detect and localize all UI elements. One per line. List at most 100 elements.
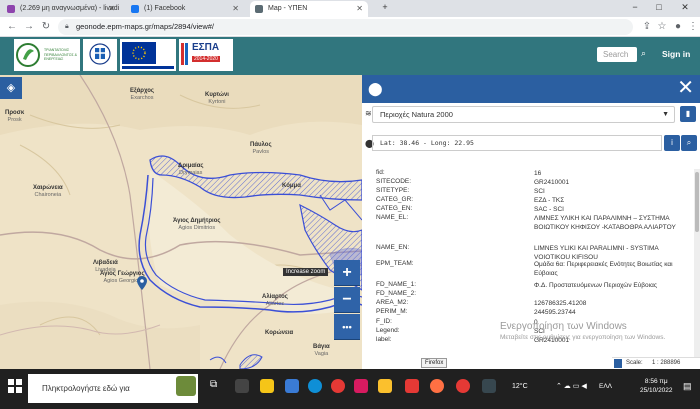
attribute-key: FD_NAME_2: (376, 290, 417, 297)
zoom-out-button[interactable]: − (334, 287, 360, 313)
espa-label: ΕΣΠΑ (192, 42, 220, 53)
scale-label: Scale: (626, 360, 643, 366)
attribute-row: fid: 16 (362, 169, 684, 178)
layer-select[interactable]: Περιοχές Natura 2000 ▼ (372, 106, 675, 123)
place-label: Πάυλος Pavlos (250, 142, 272, 155)
notifications-icon[interactable]: ▤ (683, 381, 692, 392)
chrome-active-icon[interactable] (456, 379, 470, 393)
firefox-tooltip: Firefox (421, 358, 448, 368)
notes-icon[interactable] (378, 379, 392, 393)
minimize-icon[interactable]: − (624, 0, 646, 15)
attribute-key: SITETYPE: (376, 187, 410, 194)
attribute-row: EPM_TEAM: Ομάδα 6α: Περιφερειακές Ενότητε… (362, 260, 684, 278)
layer-stack-icon: ≋ (365, 109, 372, 118)
share-icon[interactable]: ⇪ (640, 20, 654, 34)
address-bar[interactable]: 🔒︎ geonode.epm-maps.gr/maps/2894/view#/ (58, 19, 633, 35)
bar-chart-icon: ▮ (685, 109, 691, 118)
zoom-to-feature-button[interactable]: ⌕ (681, 135, 697, 151)
attribute-value: Φ.Δ. Προστατευόμενων Περιοχών Εύβοιας (534, 282, 657, 289)
bookmark-icon[interactable]: ☆ (655, 20, 669, 34)
close-panel-icon[interactable]: ✕ (677, 77, 694, 99)
attribute-value: GR2410001 (534, 179, 570, 186)
map-canvas[interactable]: Εξάρχος Exarchos Κυρτώνι Kyrtoni Προσκ Pros… (0, 75, 362, 369)
attribute-key: CATEG_GR: (376, 196, 414, 203)
windows-taskbar: Πληκτρολογήστε εδώ για ⧉ 12°C ⌃ ☁ ▭ ◀ ΕΛ… (0, 369, 700, 409)
back-icon[interactable]: ← (5, 20, 19, 34)
attribute-key: NAME_EL: (376, 214, 409, 221)
task-view-icon[interactable]: ⧉ (210, 379, 224, 393)
profile-avatar-icon[interactable]: ● (671, 20, 685, 34)
place-label: Προσκ Prosk (5, 110, 25, 123)
chart-toggle-button[interactable]: ▮ (680, 106, 696, 122)
zoom-tooltip: Increase zoom (283, 268, 329, 276)
attribute-key: EPM_TEAM: (376, 260, 414, 267)
chevron-down-icon: ▼ (662, 111, 669, 118)
map-marker-icon[interactable] (137, 276, 147, 290)
attribute-value (534, 290, 684, 297)
file-explorer-icon[interactable] (260, 379, 274, 393)
search-icon[interactable]: ⌕ (641, 48, 646, 59)
clock[interactable]: 8:56 πμ 25/10/2022 (640, 377, 673, 395)
taskbar-search-input[interactable]: Πληκτρολογήστε εδώ για (28, 374, 198, 403)
store-icon[interactable] (285, 379, 299, 393)
app-icon[interactable] (354, 379, 368, 393)
layers-button[interactable]: ◈ (0, 77, 22, 99)
maximize-icon[interactable]: □ (648, 0, 670, 15)
attribute-row: AREA_M2: 126786325.41208 (362, 299, 684, 308)
attribute-value: Ομάδα 6α: Περιφερειακές Ενότητες Βοιωτία… (534, 261, 673, 277)
attribute-row: SITETYPE: SCI (362, 187, 684, 196)
windows-activation-watermark: Ενεργοποίηση των Windows Μεταβείτε στις … (500, 321, 665, 343)
lock-icon: 🔒︎ (65, 23, 69, 30)
site-search-input[interactable]: Search (597, 47, 637, 62)
tab-mail[interactable]: (2.269 μη αναγνωσμένα) - livadi ✕ (2, 1, 120, 17)
place-label: Άγιος Δημήτριος Agios Dimitrios (173, 218, 221, 231)
place-label: Κόμμα (282, 183, 301, 189)
coat-of-arms-icon (89, 43, 111, 65)
map-favicon-icon (255, 5, 263, 13)
scale-control[interactable]: Scale: 1 : 288896 (612, 357, 700, 369)
zoom-in-button[interactable]: + (334, 260, 360, 286)
weather-temperature[interactable]: 12°C (512, 383, 528, 390)
tab-map[interactable]: Map - ΥΠΕΝ ✕ (250, 1, 368, 17)
place-label: Χαιρώνεια Chaironeia (33, 185, 63, 198)
tab-facebook[interactable]: (1) Facebook ✕ (126, 1, 244, 17)
widgets-icon[interactable] (235, 379, 249, 393)
panel-scrollbar[interactable] (694, 169, 700, 361)
close-icon[interactable]: ✕ (108, 1, 115, 16)
forward-icon[interactable]: → (22, 20, 36, 34)
language-indicator[interactable]: ΕΛΛ (599, 383, 612, 390)
attribute-row: NAME_EL: ΛΙΜΝΕΣ ΥΛΙΚΗ ΚΑΙ ΠΑΡΑΛΙΜΝΗ – ΣΥΣ… (362, 214, 684, 232)
windows-start-icon[interactable] (8, 379, 22, 393)
firefox-icon[interactable] (430, 379, 444, 393)
attribute-key: PERIM_M: (376, 308, 408, 315)
layer-select-value: Περιοχές Natura 2000 (380, 110, 453, 119)
chrome-icon[interactable] (331, 379, 345, 393)
window-close-icon[interactable]: ✕ (674, 0, 696, 15)
scrollbar-thumb[interactable] (695, 172, 699, 232)
edge-icon[interactable] (308, 379, 322, 393)
terminal-icon[interactable] (482, 379, 496, 393)
attribute-key: SITECODE: (376, 178, 412, 185)
print-icon (614, 359, 622, 368)
attribute-key: FD_NAME_1: (376, 281, 417, 288)
office-icon[interactable] (405, 379, 419, 393)
mail-icon (7, 5, 15, 13)
more-options-button[interactable]: ••• (334, 314, 360, 340)
attribute-row: SITECODE: GR2410001 (362, 178, 684, 187)
close-icon[interactable]: ✕ (232, 1, 239, 16)
reload-icon[interactable]: ↻ (39, 20, 53, 34)
attribute-row: FD_NAME_1: Φ.Δ. Προστατευόμενων Περιοχών … (362, 281, 684, 290)
menu-icon[interactable]: ⋮ (686, 20, 700, 34)
close-icon[interactable]: ✕ (356, 1, 363, 16)
signin-link[interactable]: Sign in (662, 47, 690, 62)
logo-text: ΤΡΙΑΝΤΑΠΟΛΙΣ ΠΕΡΙΒΑΛΛΟΝΤΟΣ & ΕΝΕΡΓΕΙΑΣ (44, 48, 77, 61)
new-tab-icon[interactable]: + (374, 0, 396, 15)
place-label: Εξάρχος Exarchos (130, 88, 155, 101)
search-highlight-icon[interactable] (176, 376, 196, 396)
coordinates-field[interactable]: Lat: 38.46 - Long: 22.95 (372, 135, 662, 151)
watermark-subtitle: Μεταβείτε στις ρυθμίσεις για ενεργοποίησ… (500, 334, 666, 341)
place-label: Κορώνεια (265, 330, 294, 336)
attribute-key: fid: (376, 169, 385, 176)
info-button[interactable]: i (664, 135, 680, 151)
tray-icons[interactable]: ⌃ ☁ ▭ ◀ (556, 382, 587, 390)
